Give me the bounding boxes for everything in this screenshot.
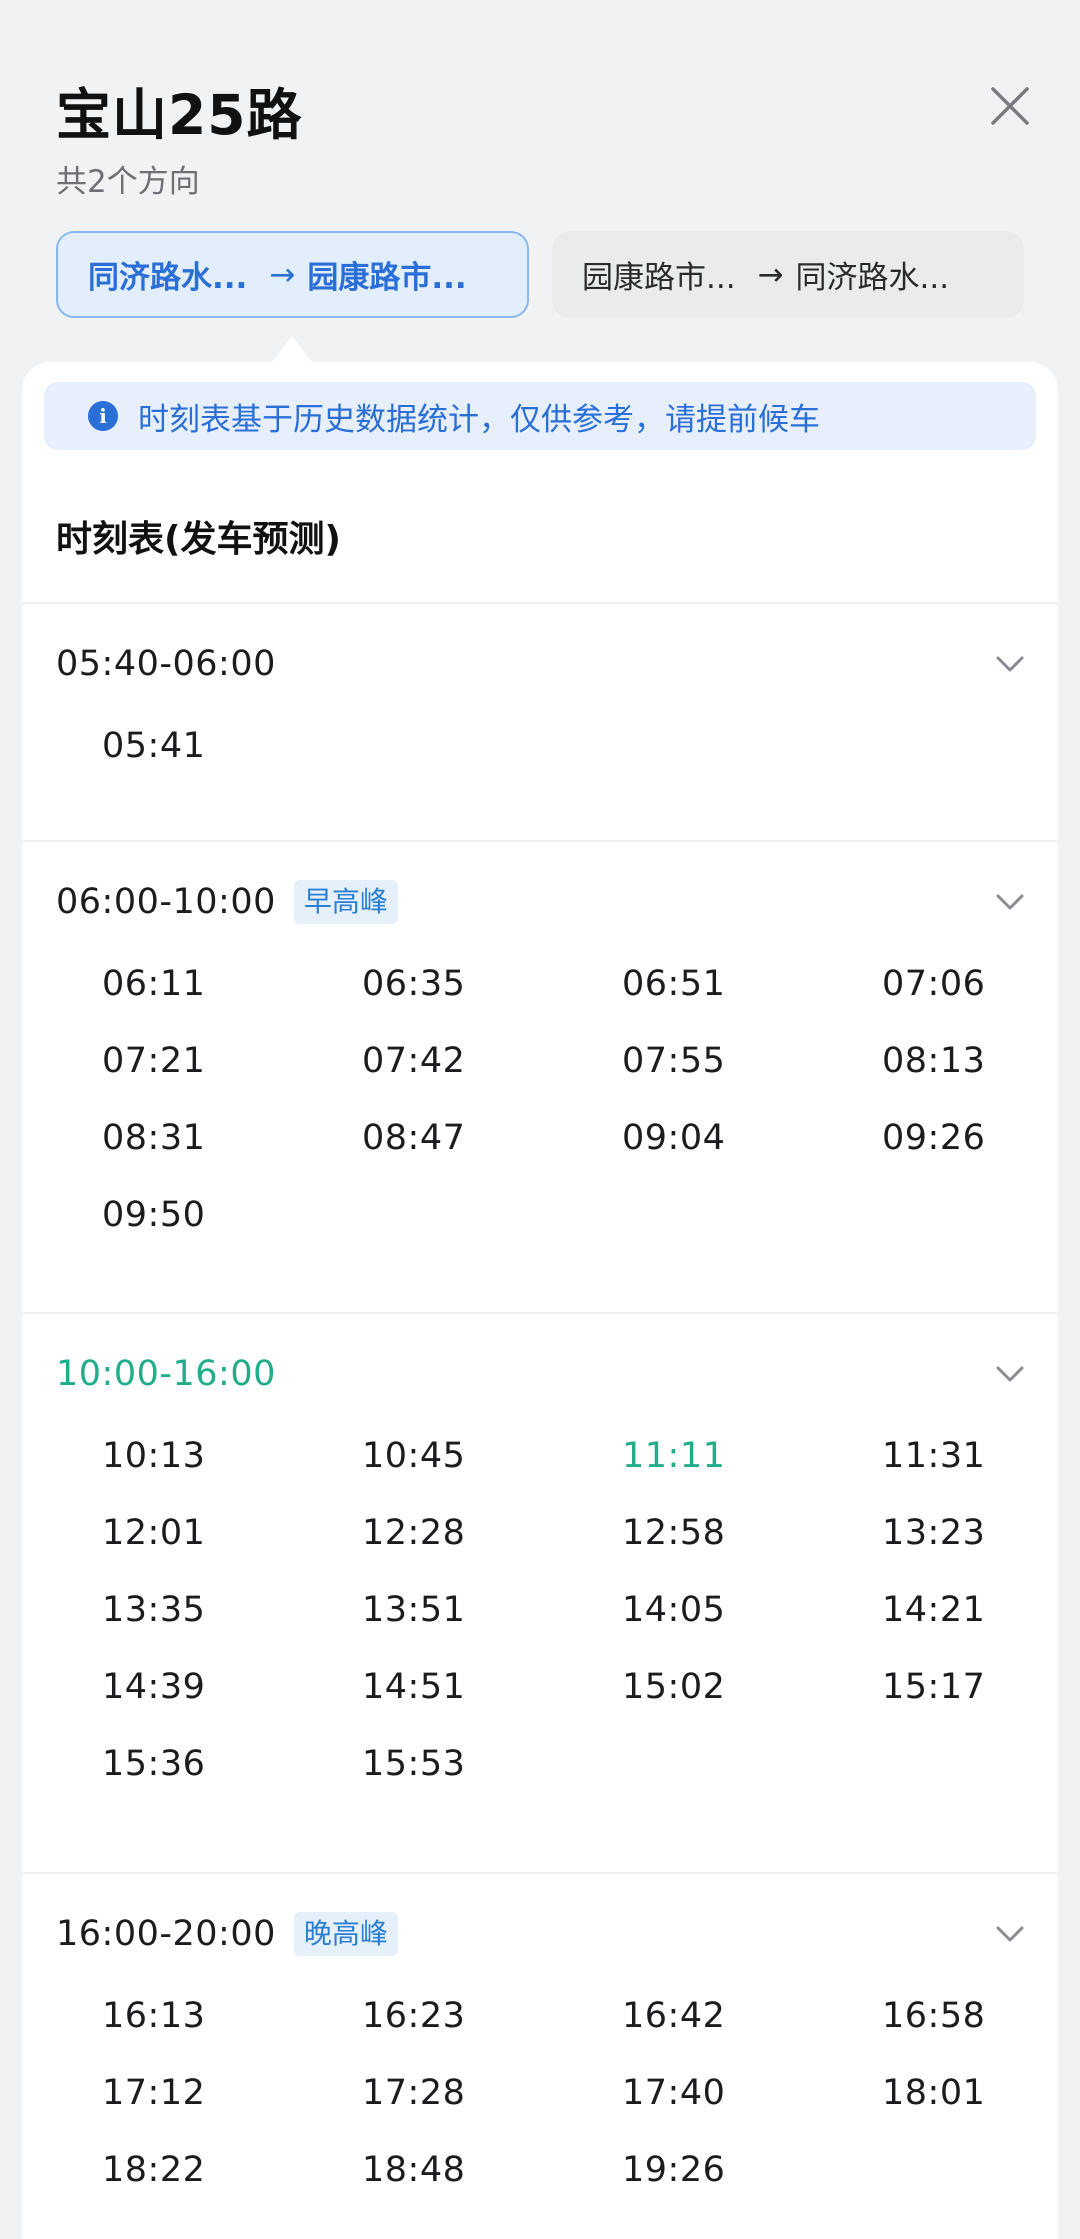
departure-time: 15:36 xyxy=(102,1744,206,1784)
header: 宝山25路 共2个方向 同济路水... → 园康路市... 园康路市... → … xyxy=(0,0,1080,362)
direction-tab-1[interactable]: 同济路水... → 园康路市... xyxy=(56,231,529,318)
departure-time: 11:31 xyxy=(882,1436,986,1476)
departure-time: 11:11 xyxy=(622,1436,726,1476)
departure-times-grid: 06:11 06:35 06:51 07:06 07:21 07:42 07:55 08:13… xyxy=(102,966,1042,1234)
tab-pointer xyxy=(272,336,312,362)
departure-time: 07:21 xyxy=(102,1041,206,1081)
departure-times-grid: 10:13 10:45 11:11 11:31 12:01 12:28 12:58 13:23… xyxy=(102,1438,1042,1783)
close-button[interactable] xyxy=(980,76,1040,136)
peak-badge: 晚高峰 xyxy=(293,1912,398,1956)
notice-banner: i 时刻表基于历史数据统计，仅供参考，请提前候车 xyxy=(44,382,1036,450)
peak-badge: 早高峰 xyxy=(293,880,398,924)
departure-time: 19:26 xyxy=(622,2150,726,2190)
time-block-4: 16:00-20:00 晚高峰 16:13 16:23 16:42 16:58 17:12 1… xyxy=(22,1872,1058,2239)
route-title: 宝山25路 xyxy=(56,83,303,147)
chevron-down-icon[interactable] xyxy=(990,886,1030,918)
time-block-2: 06:00-10:00 早高峰 06:11 06:35 06:51 07:06 07:21 0… xyxy=(22,840,1058,1312)
time-block-3: 10:00-16:00 10:13 10:45 11:11 11:31 12:01 12:2… xyxy=(22,1312,1058,1872)
close-icon xyxy=(991,87,1029,125)
time-block-1: 05:40-06:00 05:41 xyxy=(22,602,1058,840)
departure-times-grid: 05:41 xyxy=(102,728,1042,765)
departure-time: 16:42 xyxy=(622,1996,726,2036)
time-range-header[interactable]: 16:00-20:00 晚高峰 xyxy=(56,1910,398,1958)
departure-time: 14:05 xyxy=(622,1590,726,1630)
chevron-down-icon[interactable] xyxy=(990,1918,1030,1950)
time-range-label: 16:00-20:00 xyxy=(56,1914,276,1954)
departure-time: 13:51 xyxy=(362,1590,466,1630)
direction-tab-2[interactable]: 园康路市... → 同济路水... xyxy=(552,231,1024,318)
departure-time: 06:51 xyxy=(622,964,726,1004)
departure-time: 18:48 xyxy=(362,2150,466,2190)
departure-time: 09:50 xyxy=(102,1195,206,1235)
departure-time: 17:12 xyxy=(102,2073,206,2113)
departure-time: 08:47 xyxy=(362,1118,466,1158)
departure-time: 16:23 xyxy=(362,1996,466,2036)
chevron-down-icon[interactable] xyxy=(990,648,1030,680)
departure-time: 10:45 xyxy=(362,1436,466,1476)
departure-time: 16:58 xyxy=(882,1996,986,2036)
time-range-label: 05:40-06:00 xyxy=(56,644,276,684)
departure-time: 07:55 xyxy=(622,1041,726,1081)
departure-time: 09:04 xyxy=(622,1118,726,1158)
departure-time: 14:51 xyxy=(362,1667,466,1707)
departure-time: 05:41 xyxy=(102,726,206,766)
timetable-card: i 时刻表基于历史数据统计，仅供参考，请提前候车 时刻表(发车预测) 05:40… xyxy=(22,362,1058,2239)
arrow-right-icon: → xyxy=(269,256,296,293)
departure-times-grid: 16:13 16:23 16:42 16:58 17:12 17:28 17:40 18:01… xyxy=(102,1998,1042,2189)
departure-time: 18:22 xyxy=(102,2150,206,2190)
time-range-header[interactable]: 05:40-06:00 xyxy=(56,640,276,688)
departure-time: 12:28 xyxy=(362,1513,466,1553)
departure-time: 18:01 xyxy=(882,2073,986,2113)
time-range-header[interactable]: 10:00-16:00 xyxy=(56,1350,276,1398)
departure-time: 12:58 xyxy=(622,1513,726,1553)
section-title: 时刻表(发车预测) xyxy=(56,519,341,560)
departure-time: 16:13 xyxy=(102,1996,206,2036)
departure-time: 15:17 xyxy=(882,1667,986,1707)
direction-count: 共2个方向 xyxy=(56,164,200,200)
time-range-header[interactable]: 06:00-10:00 早高峰 xyxy=(56,878,398,926)
departure-time: 07:06 xyxy=(882,964,986,1004)
departure-time: 06:11 xyxy=(102,964,206,1004)
departure-time: 14:21 xyxy=(882,1590,986,1630)
departure-time: 15:02 xyxy=(622,1667,726,1707)
direction-from: 园康路市... xyxy=(582,260,736,296)
time-range-label: 06:00-10:00 xyxy=(56,882,276,922)
departure-time: 12:01 xyxy=(102,1513,206,1553)
departure-time: 17:28 xyxy=(362,2073,466,2113)
departure-time: 15:53 xyxy=(362,1744,466,1784)
departure-time: 14:39 xyxy=(102,1667,206,1707)
notice-text: 时刻表基于历史数据统计，仅供参考，请提前候车 xyxy=(138,401,820,438)
direction-to: 园康路市... xyxy=(307,260,467,296)
departure-time: 08:13 xyxy=(882,1041,986,1081)
departure-time: 13:35 xyxy=(102,1590,206,1630)
departure-time: 17:40 xyxy=(622,2073,726,2113)
departure-time: 08:31 xyxy=(102,1118,206,1158)
arrow-right-icon: → xyxy=(757,256,784,293)
screen: 宝山25路 共2个方向 同济路水... → 园康路市... 园康路市... → … xyxy=(0,0,1080,2239)
departure-time: 10:13 xyxy=(102,1436,206,1476)
departure-time: 09:26 xyxy=(882,1118,986,1158)
departure-time: 07:42 xyxy=(362,1041,466,1081)
time-range-label: 10:00-16:00 xyxy=(56,1354,276,1394)
departure-time: 13:23 xyxy=(882,1513,986,1553)
direction-from: 同济路水... xyxy=(88,260,248,296)
departure-time: 06:35 xyxy=(362,964,466,1004)
chevron-down-icon[interactable] xyxy=(990,1358,1030,1390)
direction-to: 同济路水... xyxy=(795,260,950,296)
info-icon: i xyxy=(88,401,118,431)
